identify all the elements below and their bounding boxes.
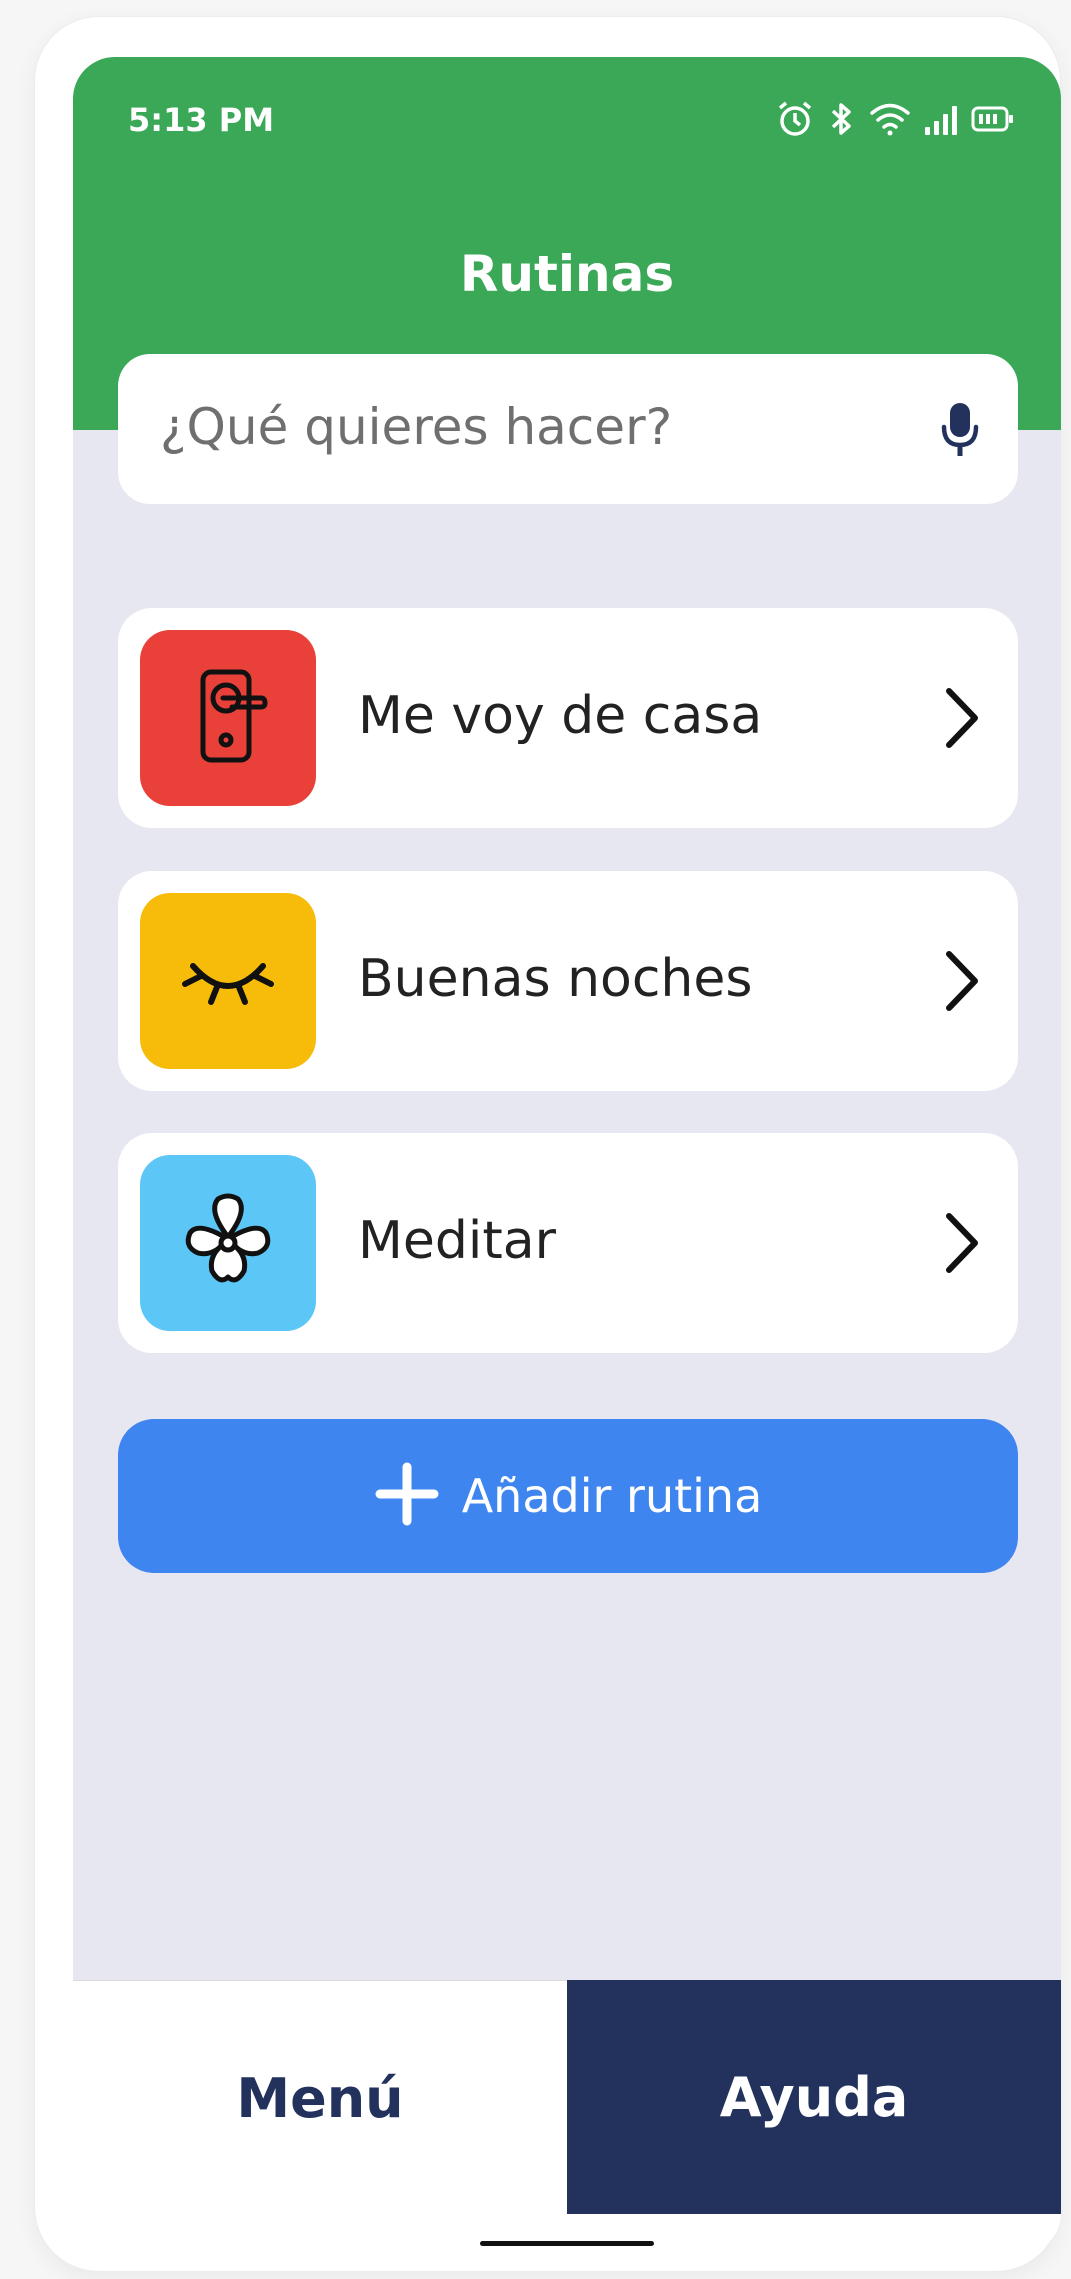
closed-eye-icon — [173, 944, 283, 1018]
add-routine-button[interactable]: Añadir rutina — [118, 1419, 1018, 1573]
wifi-icon — [869, 101, 911, 137]
routine-tile — [140, 630, 316, 806]
chevron-right-icon — [944, 686, 980, 754]
search-bar[interactable]: ¿Qué quieres hacer? — [118, 354, 1018, 504]
bluetooth-icon — [827, 99, 857, 139]
home-indicator[interactable] — [480, 2241, 654, 2246]
chevron-right-icon — [944, 1211, 980, 1279]
routine-tile — [140, 893, 316, 1069]
nav-menu-button[interactable]: Menú — [73, 1980, 567, 2215]
microphone-icon[interactable] — [940, 401, 980, 463]
bottom-nav: Menú Ayuda — [73, 1980, 1061, 2255]
add-routine-label: Añadir rutina — [461, 1469, 763, 1523]
signal-icon — [923, 101, 959, 137]
page-title: Rutinas — [459, 245, 675, 303]
alarm-icon — [775, 99, 815, 139]
app-screen: 5:13 PM Rutinas ¿Qué quieres hacer? Me v… — [73, 57, 1061, 2255]
chevron-right-icon — [944, 949, 980, 1017]
plus-icon — [374, 1461, 440, 1531]
routine-label: Meditar — [358, 1211, 556, 1271]
routine-tile — [140, 1155, 316, 1331]
routine-card-buenas-noches[interactable]: Buenas noches — [118, 871, 1018, 1091]
routine-card-me-voy-de-casa[interactable]: Me voy de casa — [118, 608, 1018, 828]
door-lock-icon — [183, 666, 273, 770]
search-input[interactable]: ¿Qué quieres hacer? — [160, 398, 672, 456]
routine-label: Buenas noches — [358, 949, 753, 1009]
flower-icon — [178, 1191, 278, 1295]
status-icons — [775, 95, 1015, 143]
routine-card-meditar[interactable]: Meditar — [118, 1133, 1018, 1353]
status-time: 5:13 PM — [128, 101, 275, 139]
nav-help-button[interactable]: Ayuda — [567, 1980, 1061, 2214]
routine-label: Me voy de casa — [358, 686, 763, 746]
battery-icon — [971, 103, 1015, 135]
